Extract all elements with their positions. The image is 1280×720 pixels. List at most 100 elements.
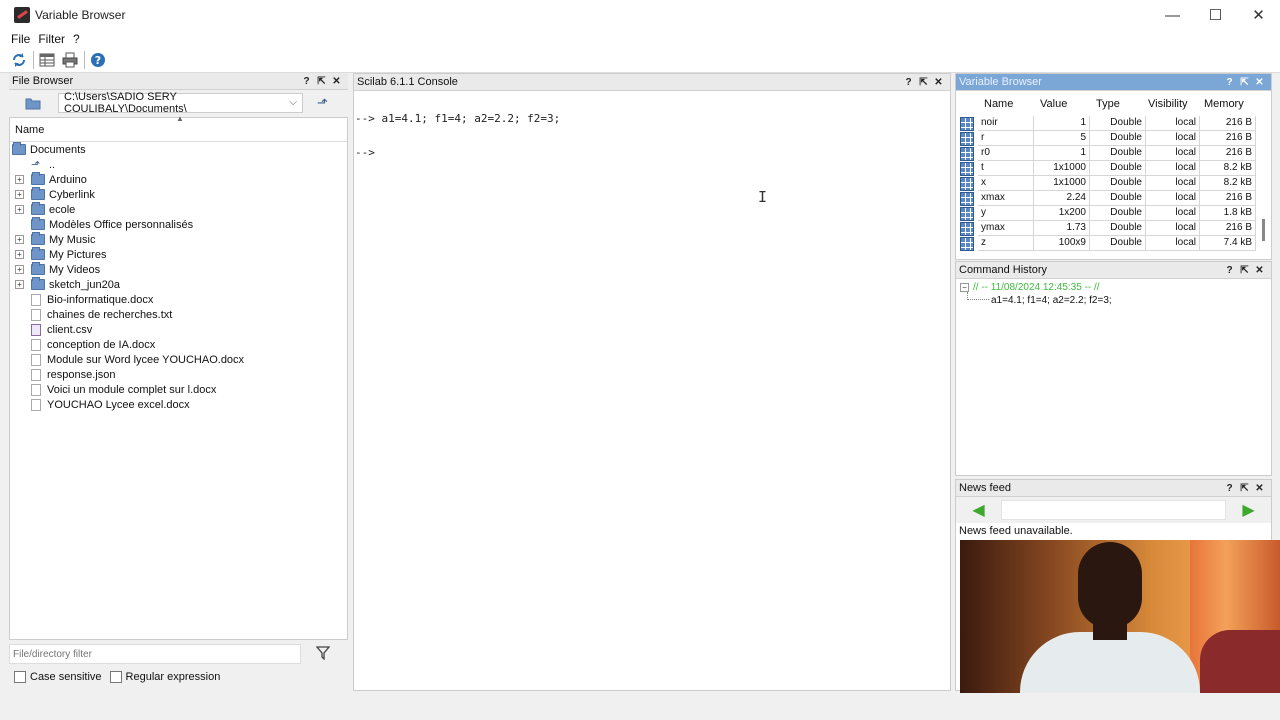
variable-type-cell: Double bbox=[1090, 206, 1146, 221]
panel-undock-button[interactable]: ⇱ bbox=[1237, 265, 1252, 276]
filter-icon[interactable] bbox=[315, 645, 331, 663]
folder-icon bbox=[31, 247, 45, 260]
close-button[interactable]: ✕ bbox=[1237, 0, 1280, 30]
panel-close-button[interactable]: ✕ bbox=[1252, 265, 1267, 276]
variable-value-cell: 1.73 bbox=[1034, 221, 1090, 236]
folder-row[interactable]: Modèles Office personnalisés bbox=[10, 217, 347, 232]
folder-row[interactable]: + sketch_jun20a bbox=[10, 277, 347, 292]
folder-label: My Music bbox=[49, 233, 96, 246]
print-icon[interactable] bbox=[61, 51, 79, 69]
panel-undock-button[interactable]: ⇱ bbox=[1237, 483, 1252, 494]
column-visibility[interactable]: Visibility bbox=[1146, 98, 1200, 110]
news-feed-message: News feed unavailable. bbox=[959, 525, 1073, 537]
file-row[interactable]: response.json bbox=[10, 367, 347, 382]
column-memory[interactable]: Memory bbox=[1200, 98, 1256, 110]
table-icon[interactable] bbox=[38, 51, 56, 69]
folder-row[interactable]: + My Videos bbox=[10, 262, 347, 277]
folder-row[interactable]: + Arduino bbox=[10, 172, 347, 187]
file-row[interactable]: Voici un module complet sur l.docx bbox=[10, 382, 347, 397]
expand-icon[interactable]: + bbox=[15, 280, 24, 289]
help-icon[interactable]: ? bbox=[89, 51, 107, 69]
regex-checkbox[interactable] bbox=[109, 671, 122, 683]
panel-close-button[interactable]: ✕ bbox=[1252, 483, 1267, 494]
maximize-button[interactable]: ☐ bbox=[1194, 0, 1237, 30]
menu-help[interactable]: ? bbox=[73, 32, 80, 46]
folder-row[interactable]: + My Music bbox=[10, 232, 347, 247]
menu-file[interactable]: File bbox=[11, 32, 30, 46]
collapse-icon[interactable]: − bbox=[960, 283, 969, 292]
parent-directory-icon[interactable]: ⬏ bbox=[317, 95, 328, 111]
variable-row[interactable]: t 1x1000 Double local 8.2 kB bbox=[956, 161, 1266, 176]
variable-row[interactable]: r0 1 Double local 216 B bbox=[956, 146, 1266, 161]
file-row[interactable]: YOUCHAO Lycee excel.docx bbox=[10, 397, 347, 412]
variable-row[interactable]: xmax 2.24 Double local 216 B bbox=[956, 191, 1266, 206]
minimize-button[interactable]: — bbox=[1151, 0, 1194, 30]
browse-folder-icon[interactable] bbox=[25, 97, 41, 110]
refresh-icon[interactable] bbox=[10, 51, 28, 69]
expand-icon[interactable]: + bbox=[15, 175, 24, 184]
name-column-header[interactable]: ▲ Name bbox=[10, 114, 347, 142]
menu-filter[interactable]: Filter bbox=[38, 32, 65, 46]
console-output[interactable]: --> a1=4.1; f1=4; a2=2.2; f2=3; --> bbox=[354, 91, 950, 163]
folder-row[interactable]: + My Pictures bbox=[10, 247, 347, 262]
panel-help-button[interactable]: ? bbox=[901, 77, 916, 88]
variable-type-cell: Double bbox=[1090, 221, 1146, 236]
panel-undock-button[interactable]: ⇱ bbox=[916, 77, 931, 88]
variable-row[interactable]: y 1x200 Double local 1.8 kB bbox=[956, 206, 1266, 221]
expand-icon[interactable]: + bbox=[15, 250, 24, 259]
expand-icon[interactable]: + bbox=[15, 265, 24, 274]
variable-row[interactable]: r 5 Double local 216 B bbox=[956, 131, 1266, 146]
panel-undock-button[interactable]: ⇱ bbox=[314, 76, 329, 87]
file-label: client.csv bbox=[47, 323, 93, 336]
variable-scrollbar[interactable] bbox=[1262, 219, 1265, 241]
file-browser-title: File Browser bbox=[12, 75, 74, 87]
file-row[interactable]: Module sur Word lycee YOUCHAO.docx bbox=[10, 352, 347, 367]
panel-buttons: ? ⇱ ✕ bbox=[1222, 480, 1267, 497]
panel-undock-button[interactable]: ⇱ bbox=[1237, 77, 1252, 88]
column-name[interactable]: Name bbox=[978, 98, 1034, 110]
variable-row[interactable]: x 1x1000 Double local 8.2 kB bbox=[956, 176, 1266, 191]
panel-help-button[interactable]: ? bbox=[1222, 77, 1237, 88]
variable-type-cell: Double bbox=[1090, 146, 1146, 161]
chevron-down-icon[interactable]: ⌵ bbox=[289, 97, 297, 108]
folder-row[interactable]: + ecole bbox=[10, 202, 347, 217]
variable-row[interactable]: z 100x9 Double local 7.4 kB bbox=[956, 236, 1266, 251]
expand-icon[interactable]: + bbox=[15, 235, 24, 244]
matrix-icon-glyph bbox=[960, 236, 974, 251]
panel-close-button[interactable]: ✕ bbox=[931, 77, 946, 88]
column-type[interactable]: Type bbox=[1090, 98, 1146, 110]
panel-buttons: ? ⇱ ✕ bbox=[299, 73, 344, 90]
case-sensitive-checkbox[interactable] bbox=[14, 671, 26, 683]
tree-root[interactable]: Documents bbox=[10, 142, 347, 157]
next-arrow-icon[interactable]: ▶ bbox=[1226, 500, 1271, 520]
tree-up-entry[interactable]: ⬏ .. bbox=[10, 157, 347, 172]
matrix-icon-glyph bbox=[960, 161, 974, 176]
file-row[interactable]: client.csv bbox=[10, 322, 347, 337]
expand-icon[interactable]: + bbox=[15, 190, 24, 199]
variable-row[interactable]: noir 1 Double local 216 B bbox=[956, 116, 1266, 131]
console-prompt[interactable]: --> bbox=[355, 146, 950, 163]
panel-help-button[interactable]: ? bbox=[1222, 265, 1237, 276]
panel-help-button[interactable]: ? bbox=[1222, 483, 1237, 494]
panel-close-button[interactable]: ✕ bbox=[1252, 77, 1267, 88]
panel-buttons: ? ⇱ ✕ bbox=[901, 74, 946, 91]
history-command[interactable]: a1=4.1; f1=4; a2=2.2; f2=3; bbox=[991, 295, 1112, 306]
expand-icon[interactable]: + bbox=[15, 205, 24, 214]
file-row[interactable]: chaines de recherches.txt bbox=[10, 307, 347, 322]
file-icon bbox=[31, 398, 41, 411]
file-filter-input[interactable] bbox=[9, 644, 301, 664]
path-combobox[interactable]: C:\Users\SADIO SERY COULIBALY\Documents\… bbox=[58, 91, 303, 115]
previous-arrow-icon[interactable]: ◀ bbox=[956, 500, 1001, 520]
file-row[interactable]: conception de IA.docx bbox=[10, 337, 347, 352]
column-value[interactable]: Value bbox=[1034, 98, 1090, 110]
matrix-icon bbox=[956, 161, 978, 176]
folder-label: My Pictures bbox=[49, 248, 107, 261]
command-history-title: Command History bbox=[959, 264, 1048, 276]
variable-name-cell: t bbox=[978, 161, 1034, 176]
panel-close-button[interactable]: ✕ bbox=[329, 76, 344, 87]
file-row[interactable]: Bio-informatique.docx bbox=[10, 292, 347, 307]
variable-row[interactable]: ymax 1.73 Double local 216 B bbox=[956, 221, 1266, 236]
folder-row[interactable]: + Cyberlink bbox=[10, 187, 347, 202]
panel-help-button[interactable]: ? bbox=[299, 76, 314, 87]
